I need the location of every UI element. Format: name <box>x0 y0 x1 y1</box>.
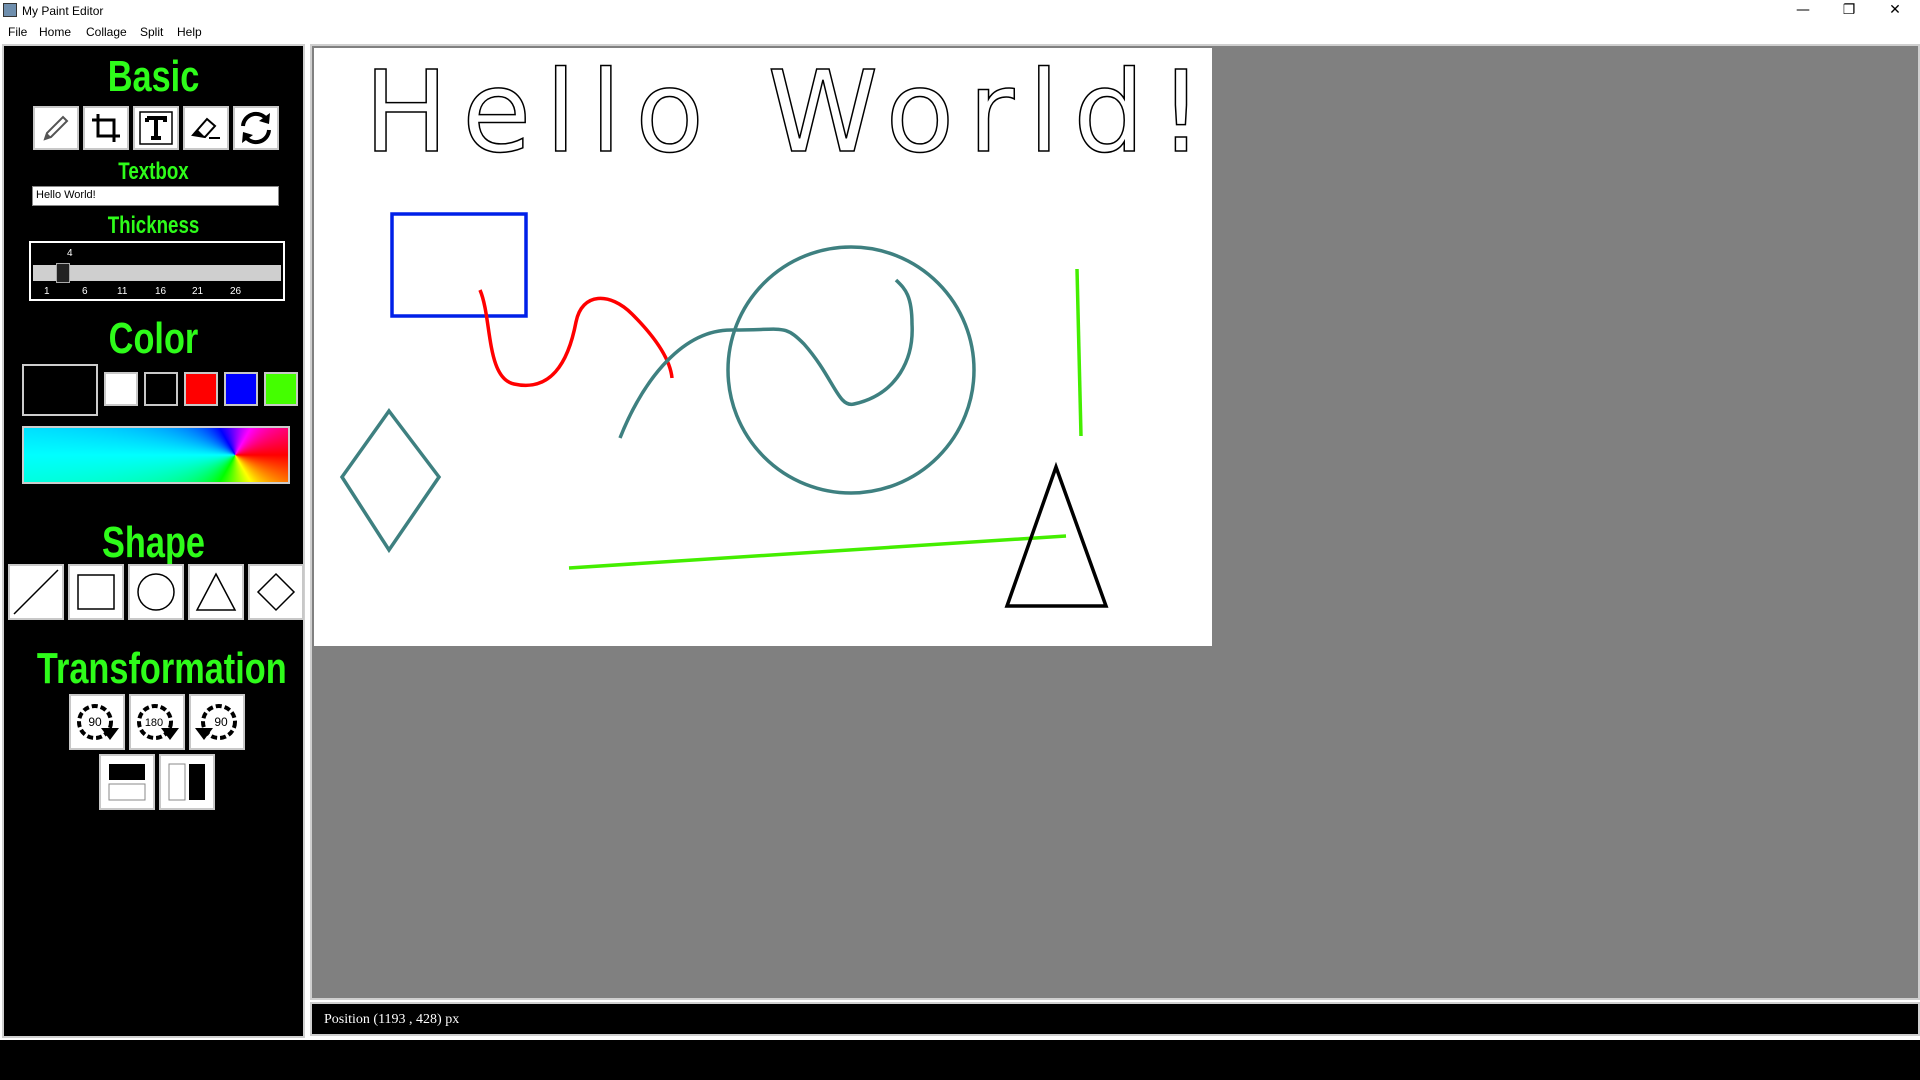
menu-bar: File Home Collage Split Help <box>0 22 1920 43</box>
current-color-preview <box>22 364 98 416</box>
swatch-green[interactable] <box>264 372 298 406</box>
textbox-heading: Textbox <box>118 158 189 185</box>
thickness-value: 4 <box>67 248 73 259</box>
eraser-tool-button[interactable] <box>183 106 229 150</box>
teal-freehand-stroke <box>618 278 914 439</box>
window-title: My Paint Editor <box>22 4 104 18</box>
thickness-heading: Thickness <box>107 212 200 239</box>
shape-heading: Shape <box>101 518 205 567</box>
rotate-counterclockwise-icon: 90 <box>195 704 237 740</box>
blue-rectangle <box>390 212 528 318</box>
rotate-ccw-90-button[interactable]: 90 <box>189 694 245 750</box>
pencil-tool-button[interactable] <box>33 106 79 150</box>
rotate-180-button[interactable]: 180 <box>129 694 185 750</box>
tick-label: 16 <box>155 286 167 297</box>
tick-label: 11 <box>117 286 128 297</box>
workspace-area: Hello World! <box>310 44 1920 1000</box>
canvas-text: Hello World! <box>364 48 1212 178</box>
title-bar: My Paint Editor — ❐ ✕ <box>0 0 1920 22</box>
flip-vertical-icon <box>108 764 146 801</box>
rotate-180-icon: 180 <box>137 704 179 740</box>
refresh-tool-button[interactable] <box>233 106 279 150</box>
close-button[interactable]: ✕ <box>1872 0 1918 22</box>
menu-home[interactable]: Home <box>39 25 71 39</box>
red-freehand-stroke <box>478 289 674 388</box>
color-heading: Color <box>108 314 199 363</box>
bottom-strip <box>0 1040 1920 1080</box>
rotate-ccw-label: 90 <box>214 715 228 729</box>
thickness-slider-thumb[interactable] <box>56 263 70 283</box>
thickness-track[interactable] <box>33 265 281 281</box>
flip-horizontal-icon <box>168 763 205 801</box>
rotate-clockwise-icon: 90 <box>77 704 119 740</box>
tick-label: 21 <box>192 286 204 297</box>
status-bar: Position (1193 , 428) px <box>310 1002 1920 1036</box>
triangle-shape-button[interactable] <box>188 564 244 620</box>
refresh-icon <box>241 111 271 145</box>
basic-heading: Basic <box>107 52 200 101</box>
text-input[interactable]: Hello World! <box>32 186 279 206</box>
tool-sidebar: Basic Textbox Hello World! Thickness 4 1… <box>2 44 305 1038</box>
text-tool-button[interactable] <box>133 106 179 150</box>
crop-tool-button[interactable] <box>83 106 129 150</box>
rectangle-icon <box>77 574 115 610</box>
circle-shape-button[interactable] <box>128 564 184 620</box>
color-spectrum-picker[interactable] <box>22 426 290 484</box>
diamond-icon <box>256 572 296 612</box>
canvas-drawing: Hello World! <box>339 47 1212 608</box>
tick-label: 6 <box>82 286 88 297</box>
green-horizontal-line <box>568 534 1067 570</box>
tick-label: 1 <box>44 286 50 297</box>
green-vertical-line <box>1075 268 1083 437</box>
thickness-slider-panel: 4 1 6 11 16 21 26 <box>29 241 285 301</box>
rotate-cw-90-button[interactable]: 90 <box>69 694 125 750</box>
line-shape-button[interactable] <box>8 564 64 620</box>
menu-help[interactable]: Help <box>177 25 202 39</box>
tick-label: 26 <box>230 286 242 297</box>
rotate-cw-label: 90 <box>88 715 102 729</box>
crop-icon <box>92 114 120 142</box>
cursor-position-readout: Position (1193 , 428) px <box>324 1012 460 1027</box>
drawing-canvas[interactable]: Hello World! <box>314 47 1212 646</box>
minimize-button[interactable]: — <box>1780 0 1826 22</box>
menu-split[interactable]: Split <box>140 25 163 39</box>
text-icon <box>139 111 173 145</box>
restore-button[interactable]: ❐ <box>1826 0 1872 22</box>
swatch-white[interactable] <box>104 372 138 406</box>
swatch-blue[interactable] <box>224 372 258 406</box>
circle-icon <box>137 573 175 611</box>
swatch-red[interactable] <box>184 372 218 406</box>
eraser-icon <box>191 117 220 139</box>
menu-file[interactable]: File <box>8 25 27 39</box>
flip-vertical-button[interactable] <box>99 754 155 810</box>
teal-circle <box>726 245 976 495</box>
rotate-180-label: 180 <box>145 717 163 729</box>
flip-horizontal-button[interactable] <box>159 754 215 810</box>
diamond-shape-button[interactable] <box>248 564 304 620</box>
rectangle-shape-button[interactable] <box>68 564 124 620</box>
transformation-heading: Transformation <box>36 644 287 693</box>
line-icon <box>13 569 59 615</box>
menu-collage[interactable]: Collage <box>86 25 127 39</box>
app-icon <box>3 3 17 17</box>
pencil-icon <box>43 115 69 141</box>
swatch-black[interactable] <box>144 372 178 406</box>
triangle-icon <box>195 572 237 611</box>
teal-diamond <box>339 408 442 554</box>
